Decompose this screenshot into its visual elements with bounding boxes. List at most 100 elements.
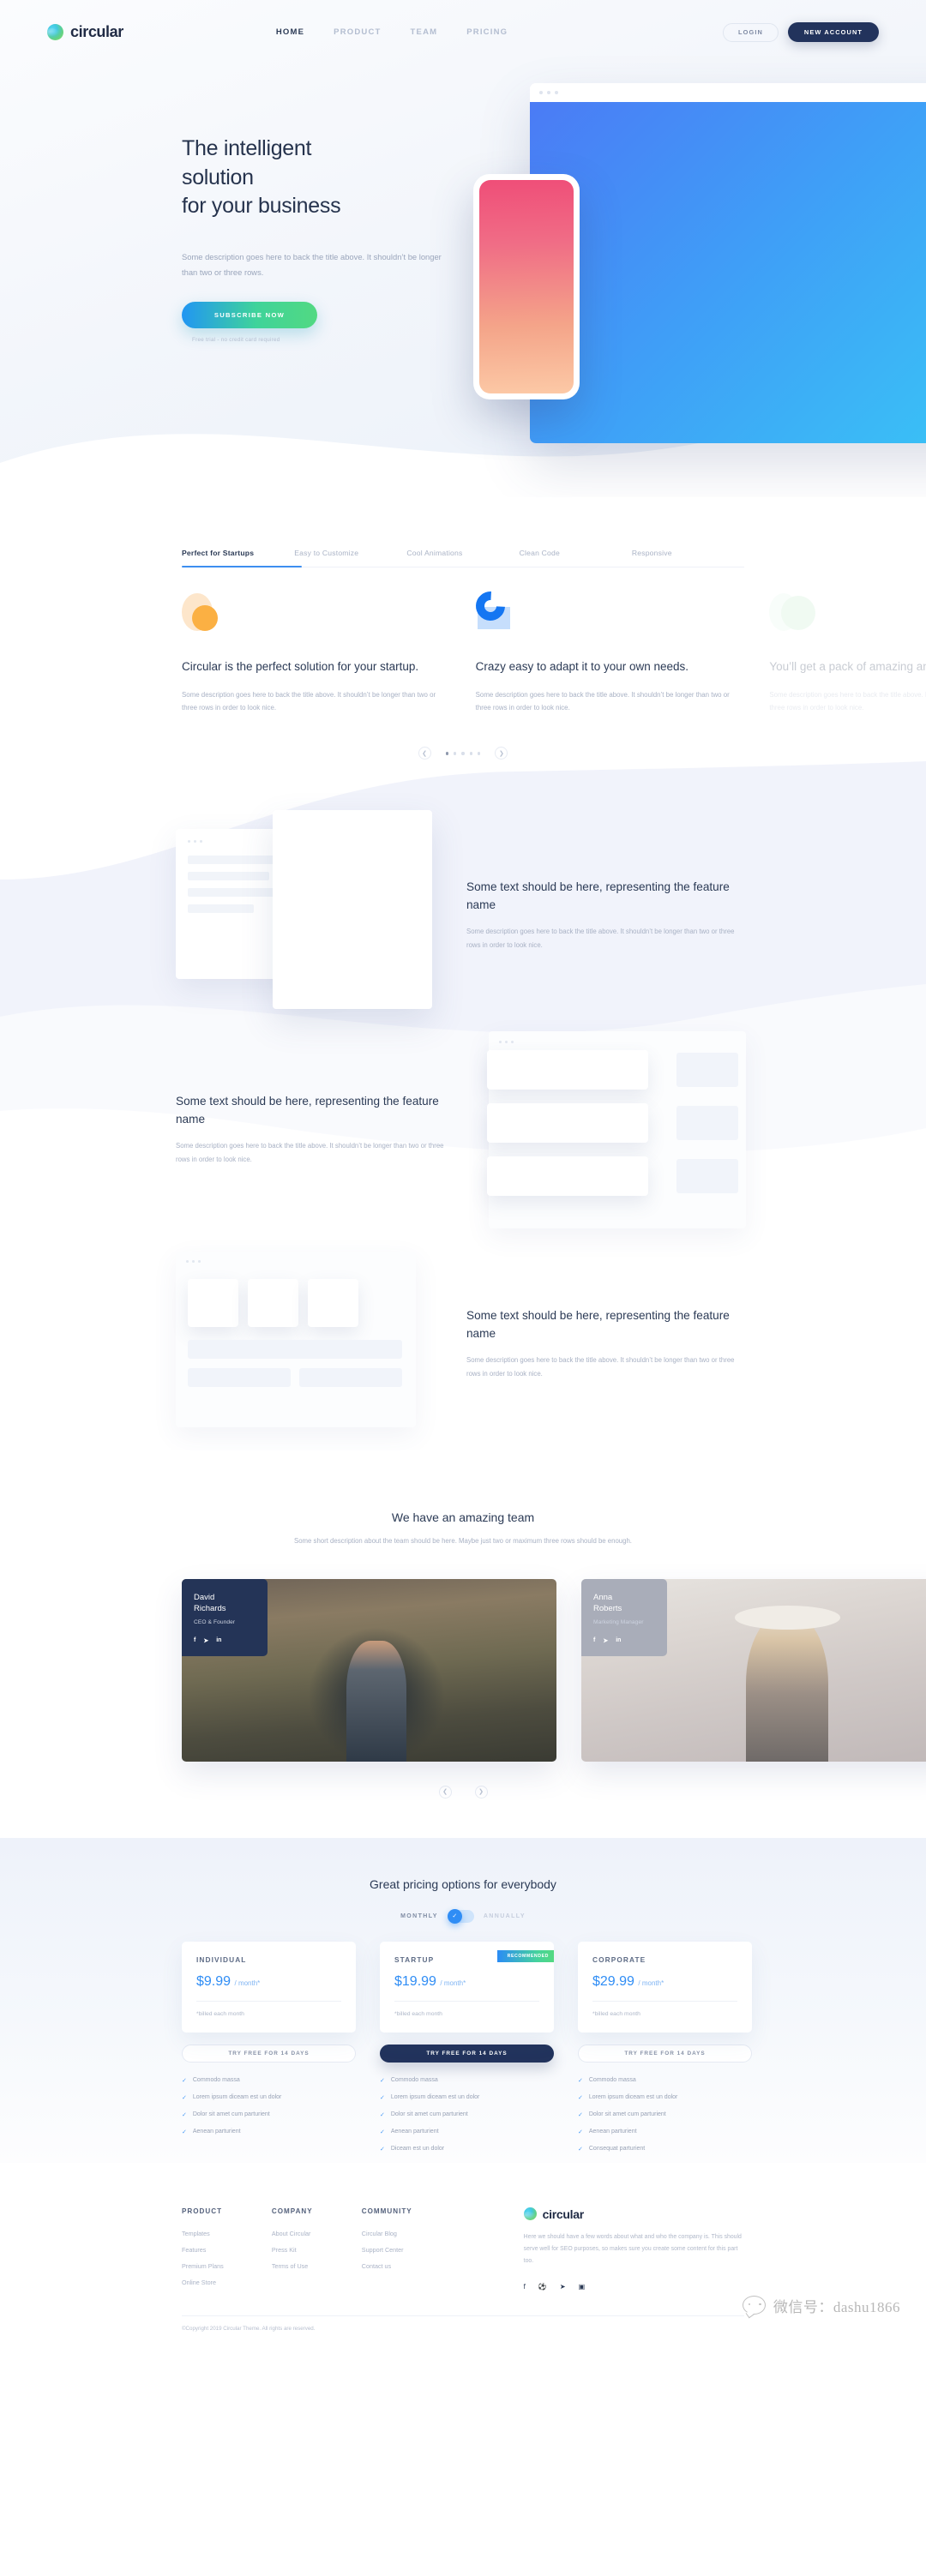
- team-member-first-name: David: [194, 1592, 215, 1602]
- billing-switch[interactable]: ✓: [447, 1908, 474, 1924]
- globe-gradient-icon: [47, 24, 63, 40]
- mock-tile: [248, 1278, 298, 1327]
- plan-feature: ✓ Dolor sit amet cum parturient: [578, 2111, 752, 2118]
- plan-feature-label: Commodo massa: [390, 2077, 438, 2084]
- plan-feature-label: Diceam est un dolor: [390, 2146, 445, 2153]
- feature-row-title: Some text should be here, representing t…: [466, 1309, 730, 1341]
- tab-cool-animations[interactable]: Cool Animations: [406, 549, 519, 567]
- mock-half-block: [188, 1367, 291, 1387]
- brand-logo-group[interactable]: circular: [47, 23, 123, 41]
- team-member-socials: f ➤ in: [593, 1637, 655, 1644]
- footer-column-product: PRODUCT Templates Features Premium Plans…: [182, 2207, 272, 2295]
- tab-easy-to-customize[interactable]: Easy to Customize: [294, 549, 406, 567]
- chevron-right-icon[interactable]: ❯: [495, 747, 508, 760]
- plan-name: INDIVIDUAL: [196, 1955, 247, 1964]
- plan-feature: ✓ Lorem ipsum diceam est un dolor: [380, 2094, 554, 2101]
- browser-mockup: [530, 83, 926, 443]
- chevron-left-icon[interactable]: ❮: [418, 747, 431, 760]
- hero-description: Some description goes here to back the t…: [182, 251, 442, 277]
- twitter-icon[interactable]: ➤: [560, 2283, 566, 2291]
- plan-feature-list: ✓ Commodo massa ✓ Lorem ipsum diceam est u…: [182, 2077, 356, 2135]
- carousel-dot[interactable]: [453, 752, 457, 755]
- linkedin-icon[interactable]: in: [216, 1637, 221, 1644]
- hero-trial-note: Free trial - no credit card required: [192, 337, 280, 344]
- team-member-name: Anna Roberts: [593, 1592, 655, 1616]
- nav-item-team[interactable]: TEAM: [411, 27, 438, 37]
- facebook-icon[interactable]: f: [194, 1637, 195, 1644]
- wechat-icon: [742, 2296, 766, 2315]
- footer-link-features[interactable]: Features: [182, 2246, 272, 2254]
- login-button[interactable]: LOGIN: [723, 22, 779, 42]
- mock-list-card: [487, 1102, 648, 1143]
- nav-item-home[interactable]: HOME: [276, 27, 304, 37]
- hero-content: The intelligent solution for your busine…: [0, 64, 442, 344]
- team-member-card[interactable]: David Richards CEO & Founder f ➤ in: [182, 1578, 556, 1762]
- plan-billed-note: *billed each month: [592, 2010, 640, 2017]
- footer-link-contact-us[interactable]: Contact us: [362, 2262, 452, 2270]
- divider: [196, 2000, 341, 2002]
- team-member-card[interactable]: Anna Roberts Marketing Manager f ➤ in: [581, 1578, 926, 1762]
- team-member-info: Anna Roberts Marketing Manager f ➤ in: [581, 1578, 667, 1657]
- plan-feature: ✓ Aenean parturient: [578, 2129, 752, 2135]
- footer-link-about-circular[interactable]: About Circular: [272, 2230, 362, 2237]
- carousel-dot[interactable]: [478, 752, 481, 755]
- plan-feature: ✓ Diceam est un dolor: [380, 2146, 554, 2153]
- dribbble-icon[interactable]: ⚽: [538, 2283, 547, 2291]
- mock-list-card: [487, 1156, 648, 1196]
- plan-feature-label: Dolor sit amet cum parturient: [588, 2111, 666, 2118]
- tab-clean-code[interactable]: Clean Code: [520, 549, 632, 567]
- chevron-left-icon[interactable]: ❮: [438, 1785, 452, 1798]
- chevron-right-icon[interactable]: ❯: [474, 1785, 488, 1798]
- subscribe-now-button[interactable]: SUBSCRIBE NOW: [182, 302, 317, 329]
- footer-link-online-store[interactable]: Online Store: [182, 2279, 272, 2286]
- plan-price-period: / month*: [234, 1979, 261, 1987]
- plan-billed-note: *billed each month: [196, 2010, 244, 2017]
- footer-link-press-kit[interactable]: Press Kit: [272, 2246, 362, 2254]
- plan-feature-label: Aenean parturient: [588, 2129, 637, 2135]
- toggle-label-annually[interactable]: ANNUALLY: [484, 1913, 526, 1919]
- team-member-last-name: Roberts: [593, 1604, 622, 1614]
- check-icon: ✓: [182, 2111, 187, 2118]
- footer-column-heading: COMMUNITY: [361, 2207, 412, 2215]
- team-section: We have an amazing team Some short descr…: [0, 1450, 926, 1798]
- tab-responsive[interactable]: Responsive: [632, 549, 744, 567]
- linkedin-icon[interactable]: in: [616, 1637, 621, 1644]
- carousel-dot[interactable]: [469, 752, 473, 755]
- billing-period-toggle: MONTHLY ✓ ANNUALLY: [0, 1891, 926, 1924]
- footer-link-support-center[interactable]: Support Center: [362, 2246, 452, 2254]
- footer-brand-row[interactable]: circular: [523, 2207, 744, 2221]
- tiles-panel-mock: [176, 1251, 437, 1436]
- footer-link-terms-of-use[interactable]: Terms of Use: [272, 2262, 362, 2270]
- window-overlap-mock: [176, 809, 437, 1020]
- twitter-icon[interactable]: ➤: [603, 1637, 608, 1644]
- footer-top: PRODUCT Templates Features Premium Plans…: [0, 2207, 926, 2295]
- pricing-plan: INDIVIDUAL $9.99 / month* *billed each m…: [182, 1941, 356, 2163]
- plan-trial-button[interactable]: TRY FREE FOR 14 DAYS: [380, 2044, 554, 2063]
- toggle-label-monthly[interactable]: MONTHLY: [400, 1913, 438, 1919]
- pricing-plan: RECOMMENDED STARTUP $19.99 / month* *bil…: [380, 1941, 554, 2163]
- facebook-icon[interactable]: f: [524, 2283, 526, 2291]
- nav-item-product[interactable]: PRODUCT: [334, 27, 381, 37]
- footer-link-templates[interactable]: Templates: [182, 2230, 272, 2237]
- instagram-icon[interactable]: ▣: [579, 2283, 586, 2291]
- pricing-section: Great pricing options for everybody MONT…: [0, 1837, 926, 2163]
- top-actions: LOGIN NEW ACCOUNT: [723, 22, 879, 42]
- plan-trial-button[interactable]: TRY FREE FOR 14 DAYS: [182, 2044, 356, 2063]
- plan-price: $9.99 / month*: [196, 1974, 341, 1990]
- feature-rows-section: Some text should be here, representing t…: [0, 760, 926, 1451]
- footer-link-premium-plans[interactable]: Premium Plans: [182, 2262, 272, 2270]
- nav-item-pricing[interactable]: PRICING: [466, 27, 508, 37]
- orange-circle-blob-icon: [182, 591, 452, 636]
- tab-perfect-for-startups[interactable]: Perfect for Startups: [182, 549, 294, 567]
- mock-tile: [188, 1278, 238, 1327]
- carousel-dot[interactable]: [445, 752, 448, 755]
- facebook-icon[interactable]: f: [593, 1637, 595, 1644]
- mock-floating-panel: [273, 809, 432, 1009]
- plan-trial-button[interactable]: TRY FREE FOR 14 DAYS: [578, 2044, 752, 2063]
- twitter-icon[interactable]: ➤: [203, 1637, 208, 1644]
- footer-link-circular-blog[interactable]: Circular Blog: [362, 2230, 452, 2237]
- carousel-dot[interactable]: [461, 752, 465, 755]
- new-account-button[interactable]: NEW ACCOUNT: [787, 22, 879, 42]
- team-title: We have an amazing team: [391, 1510, 535, 1525]
- feature-card-list: Circular is the perfect solution for you…: [182, 567, 926, 714]
